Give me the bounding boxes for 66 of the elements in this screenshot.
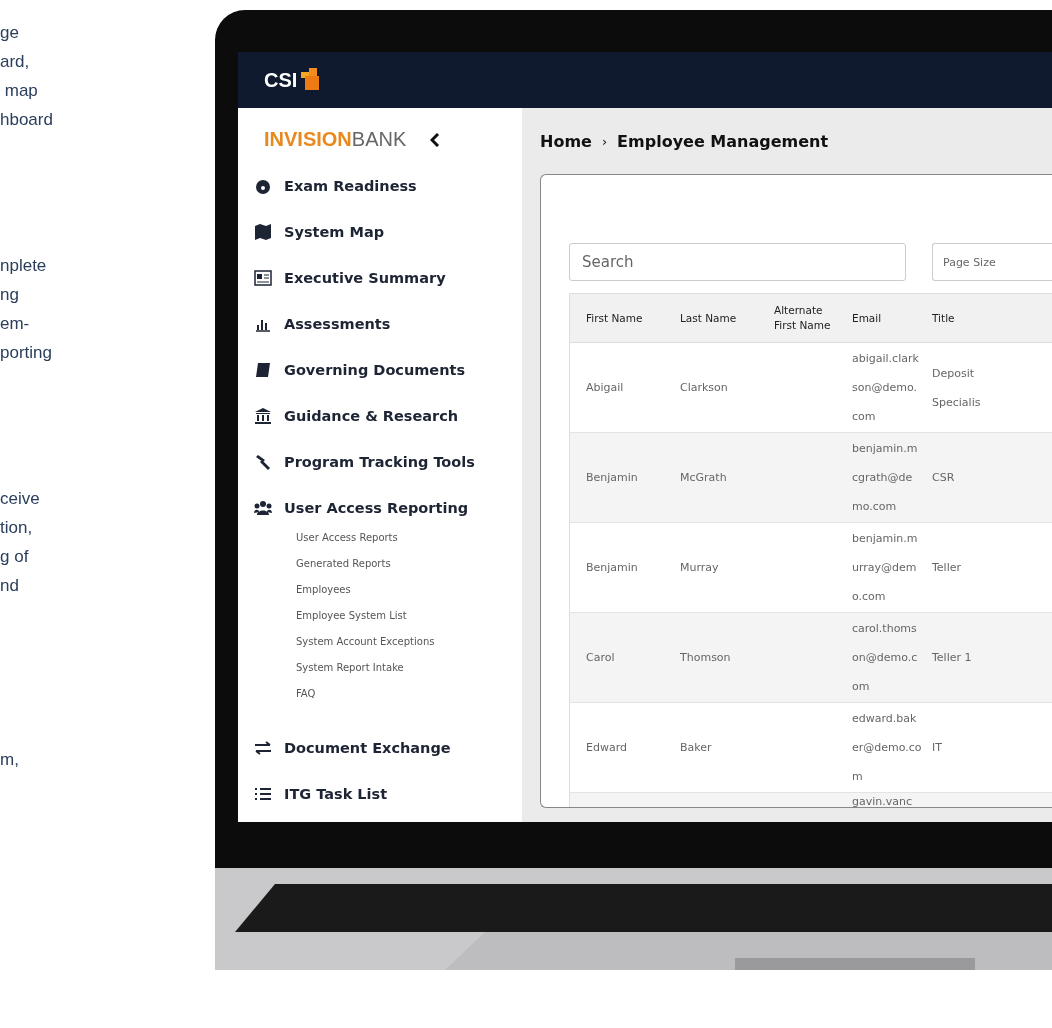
table-cell: CSR bbox=[932, 471, 955, 484]
nav-icon bbox=[254, 178, 272, 194]
promo-text: ceive bbox=[0, 488, 40, 510]
table-cell: Carol bbox=[586, 651, 615, 664]
column-header[interactable]: First Name bbox=[570, 310, 670, 326]
subnav-link[interactable]: FAQ bbox=[296, 681, 316, 707]
column-header[interactable]: Last Name bbox=[670, 310, 766, 326]
promo-text: hboard bbox=[0, 109, 53, 131]
promo-text: porting bbox=[0, 342, 52, 364]
table-cell: McGrath bbox=[680, 471, 727, 484]
nav-icon bbox=[254, 362, 272, 378]
subnav-link[interactable]: System Account Exceptions bbox=[296, 629, 435, 655]
nav-icon bbox=[254, 270, 272, 286]
subnav-link[interactable]: Generated Reports bbox=[296, 551, 391, 577]
table-cell: Murray bbox=[680, 561, 719, 574]
table-cell: Edward bbox=[586, 741, 627, 754]
page-title: Employee Management bbox=[617, 131, 829, 151]
collapse-icon[interactable] bbox=[430, 132, 441, 147]
nav-item[interactable]: Document Exchange bbox=[254, 725, 522, 771]
column-header[interactable]: Alternate First Name bbox=[766, 303, 846, 333]
promo-text: tion, bbox=[0, 517, 33, 539]
nav-item[interactable]: Assessments bbox=[254, 301, 522, 347]
table-cell: Thomson bbox=[680, 651, 731, 664]
nav-icon bbox=[254, 500, 272, 516]
table-cell: Clarkson bbox=[680, 381, 728, 394]
breadcrumb-separator: › bbox=[601, 133, 608, 149]
table-cell: Benjamin bbox=[586, 471, 638, 484]
promo-text: ng bbox=[0, 284, 19, 306]
column-header[interactable]: Title bbox=[926, 310, 1006, 326]
subnav-link[interactable]: System Report Intake bbox=[296, 655, 404, 681]
nav-item[interactable]: ITG Task List bbox=[254, 771, 522, 817]
table-cell: IT bbox=[932, 741, 942, 754]
nav-item[interactable]: Program Tracking Tools bbox=[254, 439, 522, 485]
nav-item[interactable]: Executive Summary bbox=[254, 255, 522, 301]
nav-icon bbox=[254, 454, 272, 470]
nav-icon bbox=[254, 740, 272, 756]
table-cell: Teller 1 bbox=[932, 651, 972, 664]
breadcrumb-link[interactable]: Home bbox=[540, 131, 592, 151]
subnav-link[interactable]: Employee System List bbox=[296, 603, 407, 629]
promo-text: m, bbox=[0, 749, 19, 771]
promo-text: map bbox=[3, 80, 38, 102]
promo-text: ard, bbox=[0, 51, 30, 73]
nav-icon bbox=[254, 408, 272, 424]
table-cell: Baker bbox=[680, 741, 712, 754]
search-field[interactable]: Search bbox=[569, 243, 906, 281]
table-cell: Teller bbox=[932, 561, 962, 574]
page-size-field[interactable]: Page Size bbox=[932, 243, 1052, 281]
nav-item[interactable]: Governing Documents bbox=[254, 347, 522, 393]
brand-logo: INVISIONBANK bbox=[264, 128, 407, 151]
table-cell: Abigail bbox=[586, 381, 624, 394]
table-cell-text: gavin.vanc bbox=[852, 794, 914, 807]
subnav-link[interactable]: Employees bbox=[296, 577, 351, 603]
logo-text: CSI bbox=[264, 68, 298, 92]
nav-icon bbox=[254, 786, 272, 802]
nav-item[interactable]: System Map bbox=[254, 209, 522, 255]
promo-text: ge bbox=[0, 22, 19, 44]
promo-text: em- bbox=[0, 313, 30, 335]
nav-item[interactable]: Exam Readiness bbox=[254, 163, 522, 209]
nav-item[interactable]: Guidance & Research bbox=[254, 393, 522, 439]
nav-icon bbox=[254, 224, 272, 240]
promo-text: g of bbox=[0, 546, 29, 568]
table-cell: Deposit Specialis bbox=[932, 366, 981, 409]
promo-text: nplete bbox=[0, 255, 47, 277]
promo-text: nd bbox=[0, 575, 19, 597]
column-header[interactable]: Email bbox=[846, 310, 926, 326]
table-cell: Benjamin bbox=[586, 561, 638, 574]
